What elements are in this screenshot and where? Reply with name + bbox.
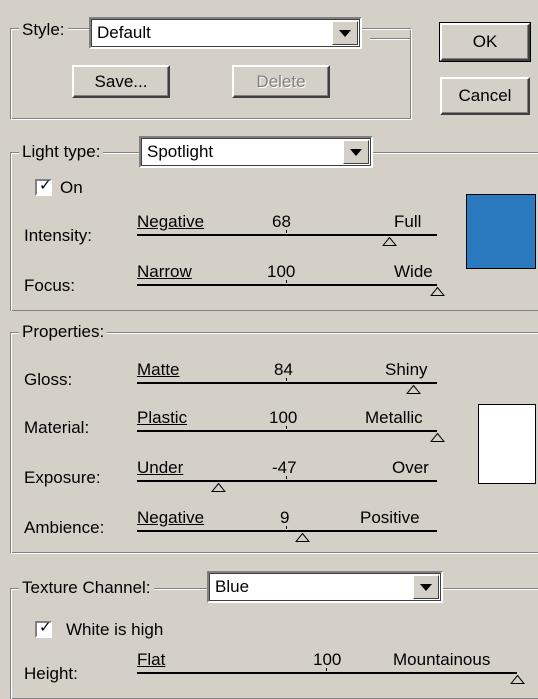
style-label: Style:	[19, 20, 68, 40]
height-label: Height:	[24, 664, 78, 683]
white-is-high-checkbox[interactable]: ✓	[35, 619, 52, 638]
light-type-label: Light type:	[19, 142, 104, 162]
intensity-max-label: Full	[394, 212, 422, 231]
height-midpoint-tick	[326, 668, 327, 671]
chevron-down-icon	[350, 149, 362, 156]
style-select-value: Default	[97, 23, 151, 42]
ambience-value: 9	[280, 508, 290, 527]
white-is-high-label[interactable]: White is high	[66, 620, 164, 640]
gloss-min-label: Matte	[137, 360, 180, 379]
intensity-track[interactable]	[137, 234, 437, 236]
ok-button[interactable]: OK	[439, 22, 531, 62]
ambience-track[interactable]	[137, 530, 437, 532]
gloss-max-label: Shiny	[385, 360, 428, 379]
focus-value: 100	[267, 262, 296, 281]
exposure-midpoint-tick	[286, 476, 287, 479]
properties-color-swatch[interactable]	[478, 404, 536, 484]
ambience-label: Ambience:	[24, 518, 105, 537]
material-min-label: Plastic	[137, 408, 188, 427]
cancel-button-label: Cancel	[458, 86, 512, 105]
light-color-swatch[interactable]	[466, 194, 536, 269]
intensity-min-label: Negative	[137, 212, 205, 231]
exposure-track[interactable]	[137, 480, 437, 482]
exposure-min-label: Under	[137, 458, 184, 477]
chevron-down-icon	[420, 584, 432, 591]
gloss-value: 84	[274, 360, 293, 379]
ok-button-label: OK	[472, 32, 498, 51]
intensity-label: Intensity:	[24, 226, 93, 245]
focus-track[interactable]	[137, 284, 437, 286]
material-value: 100	[269, 408, 298, 427]
height-value: 100	[313, 650, 342, 669]
height-track[interactable]	[137, 672, 517, 674]
focus-midpoint-tick	[286, 280, 287, 283]
light-type-select[interactable]: Spotlight	[139, 136, 373, 168]
style-separator	[370, 38, 410, 40]
texture-channel-select[interactable]: Blue	[207, 571, 443, 603]
focus-label: Focus:	[24, 276, 76, 295]
height-min-label: Flat	[137, 650, 166, 669]
height-max-label: Mountainous	[393, 650, 491, 669]
exposure-value: -47	[272, 458, 297, 477]
gloss-midpoint-tick	[286, 378, 287, 381]
texture-group	[10, 588, 538, 699]
chevron-down-icon	[339, 30, 351, 37]
material-max-label: Metallic	[365, 408, 423, 427]
light-on-checkbox[interactable]: ✓	[35, 177, 52, 196]
ambience-min-label: Negative	[137, 508, 205, 527]
delete-button[interactable]: Delete	[232, 65, 330, 98]
gloss-label: Gloss:	[24, 370, 73, 389]
focus-min-label: Narrow	[137, 262, 192, 281]
style-select[interactable]: Default	[89, 17, 362, 49]
focus-max-label: Wide	[394, 262, 433, 281]
exposure-label: Exposure:	[24, 468, 101, 487]
light-on-label[interactable]: On	[60, 178, 83, 198]
cancel-button[interactable]: Cancel	[440, 77, 530, 115]
intensity-value: 68	[272, 212, 291, 231]
exposure-max-label: Over	[392, 458, 429, 477]
ambience-max-label: Positive	[360, 508, 420, 527]
style-dropdown-button[interactable]	[332, 21, 358, 45]
save-button[interactable]: Save...	[72, 65, 170, 98]
texture-channel-select-value: Blue	[215, 577, 250, 596]
material-midpoint-tick	[286, 426, 287, 429]
light-type-dropdown-button[interactable]	[343, 140, 369, 164]
properties-label: Properties:	[19, 322, 108, 342]
ambience-midpoint-tick	[286, 526, 287, 529]
intensity-midpoint-tick	[286, 230, 287, 233]
delete-button-label: Delete	[256, 72, 306, 91]
checkmark-icon: ✓	[39, 619, 52, 636]
material-label: Material:	[24, 418, 90, 437]
checkmark-icon: ✓	[39, 177, 52, 194]
texture-channel-dropdown-button[interactable]	[413, 575, 439, 599]
save-button-label: Save...	[94, 72, 148, 91]
gloss-track[interactable]	[137, 382, 437, 384]
texture-channel-label: Texture Channel:	[19, 578, 154, 598]
light-type-select-value: Spotlight	[147, 142, 214, 161]
material-track[interactable]	[137, 430, 437, 432]
